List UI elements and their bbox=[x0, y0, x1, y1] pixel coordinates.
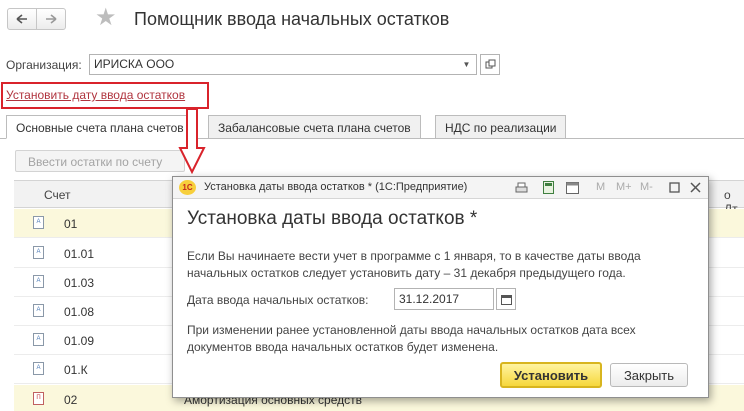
red-arrow-icon bbox=[178, 108, 206, 174]
account-icon: А bbox=[33, 362, 44, 375]
account-code: 01.09 bbox=[64, 334, 95, 348]
set-date-dialog: 1С Установка даты ввода остатков * (1С:П… bbox=[172, 176, 709, 398]
tab-vat-sales[interactable]: НДС по реализации bbox=[435, 115, 567, 139]
chevron-down-icon[interactable]: ▼ bbox=[457, 55, 476, 74]
organization-label: Организация: bbox=[6, 58, 82, 72]
dialog-note-line2: документов ввода начальных остатков буде… bbox=[187, 340, 499, 354]
star-icon[interactable]: ★ bbox=[95, 6, 117, 30]
forward-button[interactable] bbox=[36, 8, 66, 30]
close-icon[interactable] bbox=[688, 180, 702, 195]
dialog-title-bar[interactable]: 1С Установка даты ввода остатков * (1С:П… bbox=[173, 177, 708, 199]
date-input[interactable]: 31.12.2017 bbox=[394, 288, 494, 310]
dialog-info-line2: начальных остатков следует установить да… bbox=[187, 266, 626, 280]
calendar-icon bbox=[500, 294, 512, 305]
date-picker-button[interactable] bbox=[496, 288, 516, 310]
account-code: 01 bbox=[64, 217, 78, 231]
maximize-icon[interactable] bbox=[667, 180, 681, 195]
open-organization-button[interactable] bbox=[480, 54, 500, 75]
dialog-note-line1: При изменении ранее установленной даты в… bbox=[187, 323, 636, 337]
memory-minus-button[interactable]: M- bbox=[640, 181, 653, 193]
account-icon: П bbox=[33, 392, 44, 405]
account-icon: А bbox=[33, 304, 44, 317]
enter-balances-button[interactable]: Ввести остатки по счету bbox=[15, 150, 185, 172]
account-icon: А bbox=[33, 246, 44, 259]
account-icon: А bbox=[33, 333, 44, 346]
account-code: 01.08 bbox=[64, 305, 95, 319]
date-label: Дата ввода начальных остатков: bbox=[187, 293, 369, 307]
set-button[interactable]: Установить bbox=[500, 362, 602, 388]
account-code: 01.К bbox=[64, 363, 88, 377]
page-title: Помощник ввода начальных остатков bbox=[134, 9, 450, 29]
memory-plus-button[interactable]: M+ bbox=[616, 181, 632, 193]
arrow-right-icon bbox=[46, 14, 57, 24]
account-icon: А bbox=[33, 216, 44, 229]
close-button[interactable]: Закрыть bbox=[610, 363, 688, 387]
print-icon[interactable] bbox=[514, 180, 528, 195]
dialog-info-line1: Если Вы начинаете вести учет в программе… bbox=[187, 249, 641, 263]
open-form-icon bbox=[485, 59, 495, 69]
dialog-window-title: Установка даты ввода остатков * (1С:Пред… bbox=[204, 181, 468, 193]
calculator-icon[interactable] bbox=[541, 180, 555, 195]
tab-off-balance-accounts[interactable]: Забалансовые счета плана счетов bbox=[208, 115, 421, 139]
memory-button[interactable]: M bbox=[596, 181, 605, 193]
account-code: 02 bbox=[64, 393, 78, 407]
arrow-left-icon bbox=[16, 14, 27, 24]
app-logo-icon: 1С bbox=[179, 180, 196, 195]
account-code: 01.03 bbox=[64, 276, 95, 290]
set-date-link[interactable]: Установить дату ввода остатков bbox=[6, 88, 185, 102]
dialog-heading: Установка даты ввода остатков * bbox=[187, 208, 478, 229]
column-header-account[interactable]: Счет bbox=[44, 188, 71, 202]
calendar-icon[interactable] bbox=[565, 180, 579, 195]
account-icon: А bbox=[33, 275, 44, 288]
back-button[interactable] bbox=[7, 8, 37, 30]
account-code: 01.01 bbox=[64, 247, 95, 261]
organization-field[interactable]: ИРИСКА ООО bbox=[89, 54, 477, 75]
tab-main-accounts[interactable]: Основные счета плана счетов bbox=[6, 115, 194, 139]
